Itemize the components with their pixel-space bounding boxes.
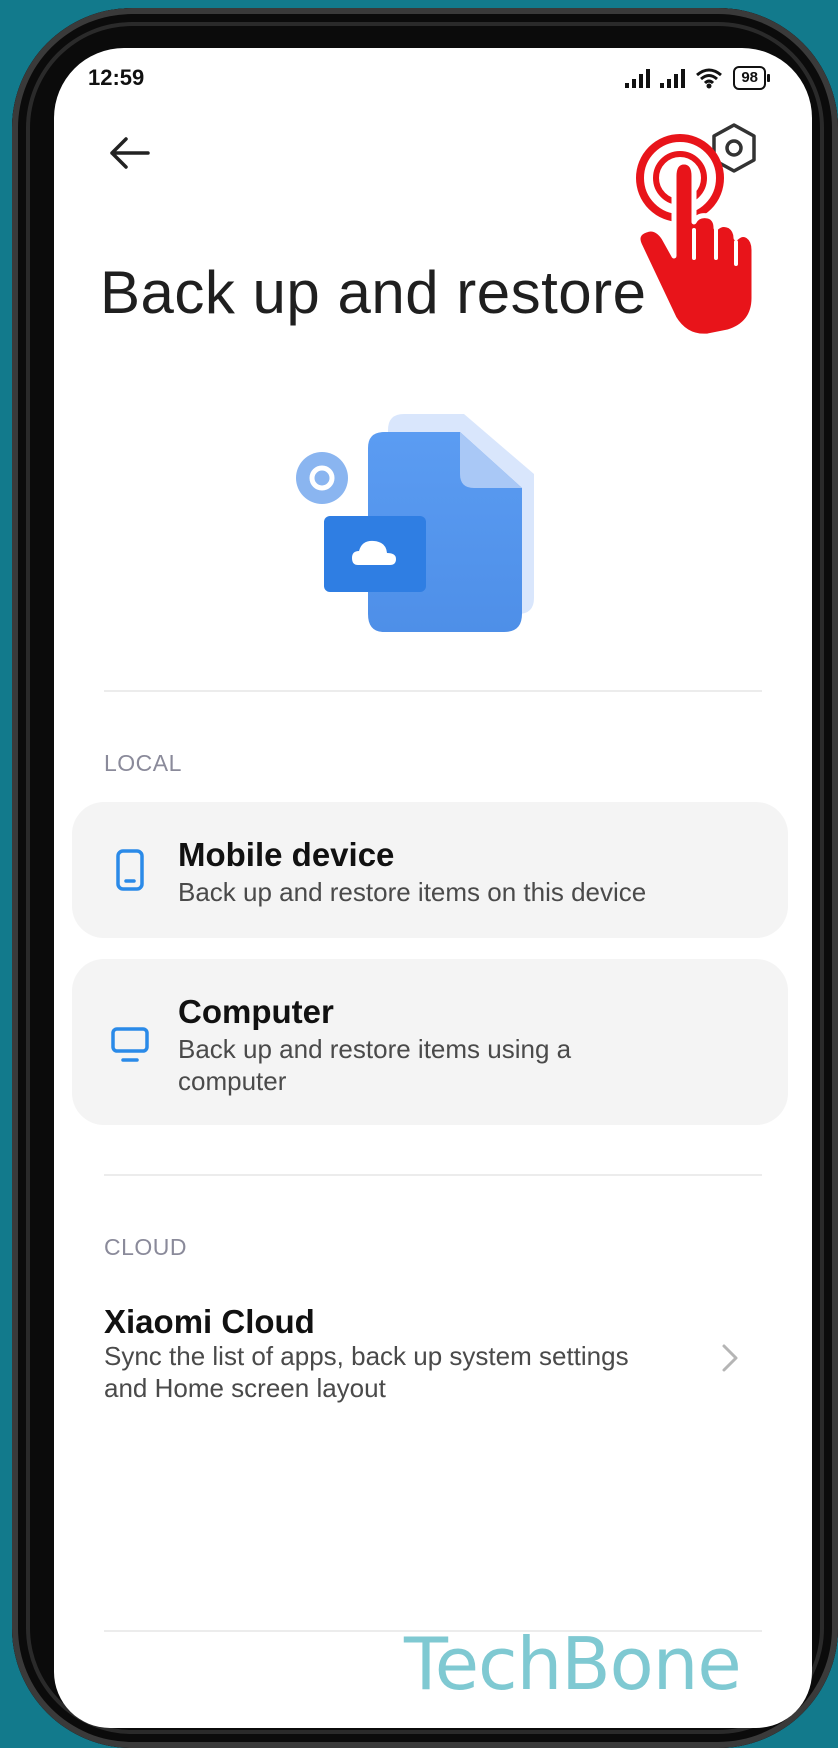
computer-title: Computer (178, 993, 334, 1030)
mobile-device-item[interactable]: Mobile device Back up and restore items … (72, 802, 788, 938)
back-arrow-icon[interactable] (104, 128, 154, 178)
tap-hand-icon (635, 134, 757, 339)
xiaomi-cloud-title: Xiaomi Cloud (104, 1303, 315, 1340)
signal-icon (625, 68, 651, 88)
wifi-icon (696, 68, 723, 89)
computer-subtitle: Back up and restore items using a comput… (178, 1034, 572, 1096)
page-title: Back up and restore (100, 259, 647, 327)
status-bar: 12:59 98 (88, 56, 772, 100)
divider (104, 690, 762, 692)
watermark: TechBone (404, 1622, 742, 1706)
xiaomi-cloud-subtitle: Sync the list of apps, back up system se… (104, 1341, 629, 1403)
chevron-right-icon (722, 1344, 738, 1372)
status-icons: 98 (625, 66, 772, 90)
computer-item[interactable]: Computer Back up and restore items using… (72, 959, 788, 1125)
monitor-icon (111, 1027, 149, 1062)
mobile-device-subtitle: Back up and restore items on this device (178, 877, 647, 907)
divider (104, 1174, 762, 1176)
backup-illustration (296, 414, 534, 632)
mobile-device-title: Mobile device (178, 836, 395, 873)
signal-icon (660, 68, 686, 88)
phone-icon (116, 849, 144, 891)
battery-icon: 98 (733, 66, 770, 90)
section-label-local: LOCAL (104, 750, 182, 776)
section-label-cloud: CLOUD (104, 1234, 188, 1260)
status-time: 12:59 (88, 65, 145, 90)
